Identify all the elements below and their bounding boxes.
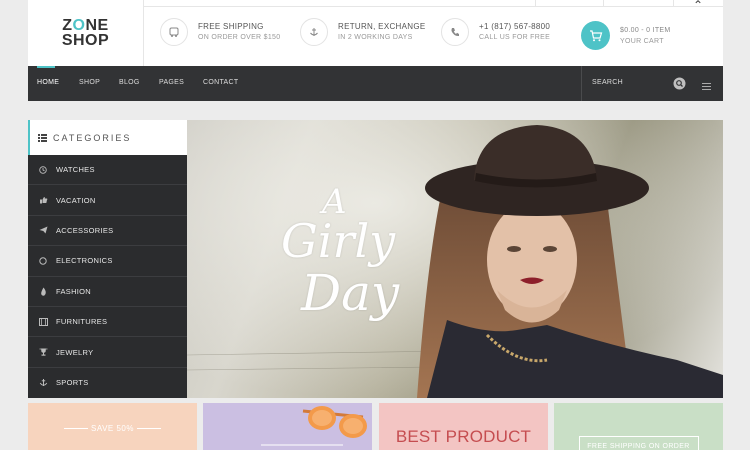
- feature-title: FREE SHIPPING: [198, 22, 264, 31]
- film-icon: [37, 317, 49, 326]
- promo-divider-right: [137, 428, 161, 429]
- category-label: ACCESSORIES: [56, 225, 114, 235]
- category-item-watches[interactable]: WATCHES: [28, 155, 187, 186]
- search-input[interactable]: SEARCH: [592, 79, 623, 86]
- nav-item-pages[interactable]: PAGES: [159, 79, 184, 86]
- sunglasses-image: [261, 406, 367, 446]
- feature-subtitle: IN 2 WORKING DAYS: [338, 34, 413, 41]
- cart-summary: $0.00 - 0 ITEM: [620, 26, 671, 34]
- anchor-icon: [37, 378, 49, 387]
- category-item-accessories[interactable]: ACCESSORIES: [28, 216, 187, 247]
- feature-subtitle: ON ORDER OVER $150: [198, 34, 281, 41]
- categories-sidebar: CATEGORIES WATCHES VACATION ACCESSORIES …: [28, 120, 187, 398]
- nav-item-contact[interactable]: CONTACT: [203, 79, 238, 86]
- promo-card-sale[interactable]: SAVE 50%: [28, 403, 197, 450]
- nav-item-home[interactable]: HOME: [37, 79, 59, 86]
- active-nav-indicator: [37, 66, 55, 68]
- cart-widget[interactable]: $0.00 - 0 ITEM YOUR CART: [581, 21, 671, 50]
- trophy-icon: [37, 348, 49, 356]
- clock-icon: [37, 165, 49, 174]
- hero-script-text: A Girly Day: [267, 182, 437, 332]
- categories-header: CATEGORIES: [28, 120, 187, 155]
- category-item-fashion[interactable]: FASHION: [28, 277, 187, 307]
- site-logo[interactable]: ZONE SHOP: [28, 0, 144, 66]
- feature-free-shipping: FREE SHIPPING ON ORDER OVER $150: [160, 18, 280, 46]
- search-icon[interactable]: [673, 77, 686, 95]
- promo-card-accessories[interactable]: [203, 403, 372, 450]
- feature-title: +1 (817) 567-8800: [479, 22, 551, 31]
- list-icon: [38, 129, 47, 147]
- promo-text: SAVE 50%: [91, 424, 134, 433]
- hero-script-line3: Day: [301, 264, 400, 322]
- category-label: FASHION: [56, 286, 92, 296]
- category-label: WATCHES: [56, 165, 95, 175]
- category-item-jewelry[interactable]: JEWELRY: [28, 337, 187, 368]
- feature-title: RETURN, EXCHANGE: [338, 22, 426, 31]
- cart-icon[interactable]: [581, 21, 610, 50]
- feature-phone: +1 (817) 567-8800 CALL US FOR FREE: [441, 18, 550, 46]
- flame-icon: [37, 287, 49, 296]
- paper-plane-icon: [37, 226, 49, 234]
- thumb-icon: [37, 196, 49, 204]
- hero-script-line2: Girly: [281, 214, 396, 268]
- categories-title: CATEGORIES: [53, 132, 132, 143]
- site-header: ZONE SHOP ⌃ FREE SHIPPING ON ORDER OVER …: [28, 0, 723, 66]
- top-bar: [144, 0, 723, 7]
- nav-item-blog[interactable]: BLOG: [119, 79, 140, 86]
- category-item-sports[interactable]: SPORTS: [28, 368, 187, 398]
- main-nav: HOME SHOP BLOG PAGES CONTACT SEARCH: [28, 66, 723, 101]
- search-box[interactable]: SEARCH: [581, 66, 723, 101]
- menu-icon[interactable]: [702, 78, 711, 96]
- promo-text: BEST PRODUCT: [395, 427, 532, 446]
- promo-card-best-product[interactable]: BEST PRODUCT: [379, 403, 548, 450]
- feature-subtitle: CALL US FOR FREE: [479, 34, 551, 41]
- category-label: JEWELRY: [56, 347, 94, 357]
- promo-card-free-shipping[interactable]: FREE SHIPPING ON ORDER: [554, 403, 723, 450]
- truck-icon: [160, 18, 188, 46]
- hero-banner[interactable]: A Girly Day: [187, 120, 723, 398]
- category-label: ELECTRONICS: [56, 256, 113, 266]
- nav-item-shop[interactable]: SHOP: [79, 79, 100, 86]
- promo-text: FREE SHIPPING ON ORDER: [587, 443, 690, 450]
- category-item-electronics[interactable]: ELECTRONICS: [28, 246, 187, 277]
- phone-icon: [441, 18, 469, 46]
- chevron-up-icon[interactable]: ⌃: [693, 0, 703, 12]
- category-item-furnitures[interactable]: FURNITURES: [28, 307, 187, 338]
- category-item-vacation[interactable]: VACATION: [28, 185, 187, 216]
- category-label: VACATION: [56, 195, 96, 205]
- anchor-icon: [300, 18, 328, 46]
- category-label: FURNITURES: [56, 317, 108, 327]
- category-label: SPORTS: [56, 378, 89, 388]
- circle-icon: [37, 257, 49, 265]
- cart-label: YOUR CART: [620, 37, 664, 45]
- feature-return-exchange: RETURN, EXCHANGE IN 2 WORKING DAYS: [300, 18, 425, 46]
